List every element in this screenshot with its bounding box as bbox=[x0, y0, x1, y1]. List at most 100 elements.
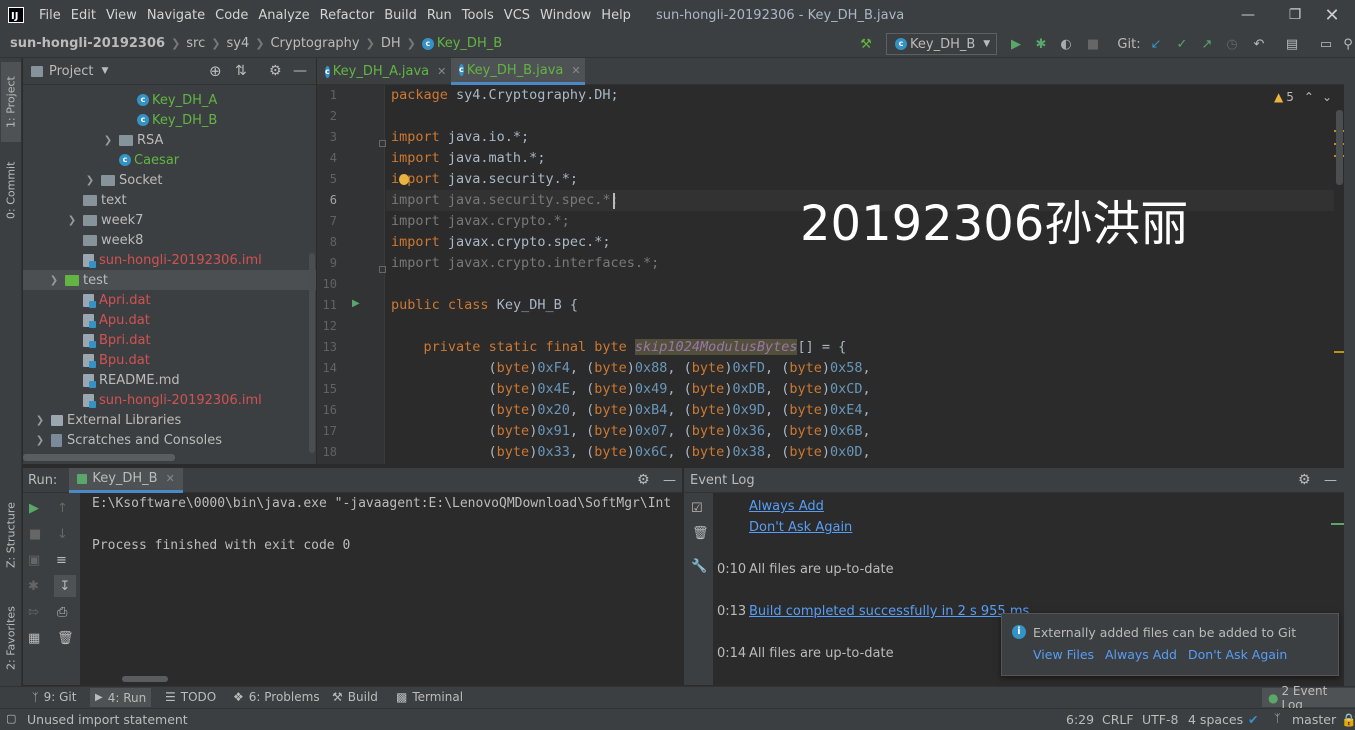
chevron-right-icon[interactable]: ❯ bbox=[33, 435, 47, 446]
vertical-scrollbar[interactable] bbox=[309, 253, 315, 453]
editor-scrollbar[interactable] bbox=[1336, 110, 1343, 185]
coverage-icon[interactable]: ◐ bbox=[1056, 34, 1076, 54]
tab-structure[interactable]: Z: Structure bbox=[1, 490, 21, 580]
gear-icon[interactable]: ⚙ bbox=[1298, 472, 1311, 488]
search-icon[interactable]: ⚲ bbox=[1338, 34, 1355, 54]
fold-marker[interactable] bbox=[379, 266, 386, 273]
caret-position[interactable]: 6:29 bbox=[1066, 712, 1094, 727]
hide-icon[interactable]: — bbox=[293, 63, 307, 79]
locate-icon[interactable]: ⊕ bbox=[209, 62, 222, 80]
rerun-icon[interactable]: ▶ bbox=[29, 501, 39, 516]
tree-item[interactable]: Apu.dat bbox=[83, 310, 150, 330]
tree-item[interactable]: ❯ Scratches and Consoles bbox=[33, 430, 222, 450]
scroll-up-icon[interactable]: ↑ bbox=[57, 501, 68, 516]
tab-favorites[interactable]: 2: Favorites bbox=[1, 593, 21, 683]
run-gutter-icon[interactable]: ▶ bbox=[352, 298, 360, 309]
tree-item[interactable]: text bbox=[83, 190, 127, 210]
tree-item[interactable]: Apri.dat bbox=[83, 290, 151, 310]
file-encoding[interactable]: UTF-8 bbox=[1142, 712, 1178, 727]
warning-mark[interactable] bbox=[1334, 351, 1344, 353]
trash-icon[interactable]: 🗑 bbox=[692, 526, 709, 541]
tree-item[interactable]: sun-hongli-20192306.iml bbox=[83, 250, 262, 270]
camera-icon[interactable]: ▣ bbox=[28, 553, 40, 568]
code-editor[interactable]: package sy4.Cryptography.DH; import java.… bbox=[386, 85, 1334, 464]
trash-icon[interactable]: 🗑 bbox=[57, 631, 74, 646]
tree-item[interactable]: ❯ week7 bbox=[65, 210, 144, 230]
git-commit-icon[interactable]: ✓ bbox=[1172, 34, 1192, 54]
tree-item[interactable]: ❯ test bbox=[23, 270, 316, 290]
debug-icon[interactable]: ✱ bbox=[1031, 34, 1051, 54]
always-add-link[interactable]: Always Add bbox=[749, 499, 824, 514]
tree-item[interactable]: c Key_DH_B bbox=[137, 110, 217, 130]
breadcrumb-cryptography[interactable]: Cryptography bbox=[270, 36, 359, 51]
menu-navigate[interactable]: Navigate bbox=[147, 8, 205, 23]
tool-event-log[interactable]: ● 2 Event Log bbox=[1262, 684, 1355, 712]
tree-item[interactable]: c Key_DH_A bbox=[137, 90, 217, 110]
collapse-all-icon[interactable]: ⇅ bbox=[235, 63, 247, 79]
menu-help[interactable]: Help bbox=[601, 8, 631, 23]
menu-analyze[interactable]: Analyze bbox=[258, 8, 309, 23]
always-add-link[interactable]: Always Add bbox=[1105, 647, 1177, 662]
tool-run[interactable]: ▶ 4: Run bbox=[90, 688, 152, 707]
view-files-link[interactable]: View Files bbox=[1033, 647, 1094, 662]
soft-wrap-icon[interactable]: ≡ bbox=[56, 553, 67, 568]
git-branch[interactable]: master bbox=[1292, 712, 1336, 727]
lightbulb-icon[interactable] bbox=[399, 174, 409, 185]
breadcrumb-src[interactable]: src bbox=[186, 36, 205, 51]
git-update-icon[interactable]: ↙ bbox=[1146, 34, 1166, 54]
breadcrumb-project[interactable]: sun-hongli-20192306 bbox=[10, 36, 165, 51]
chevron-right-icon[interactable]: ❯ bbox=[33, 415, 47, 426]
build-hammer-icon[interactable]: ⚒ bbox=[856, 34, 876, 54]
tool-problems[interactable]: ❖ 6: Problems bbox=[233, 690, 320, 704]
chevron-up-icon[interactable]: ⌃ bbox=[1304, 90, 1314, 104]
tool-build[interactable]: ⚒ Build bbox=[332, 690, 378, 704]
menu-tools[interactable]: Tools bbox=[462, 8, 494, 23]
hide-icon[interactable]: — bbox=[663, 473, 676, 488]
tree-item[interactable]: ❯ RSA bbox=[101, 130, 164, 150]
rollback-icon[interactable]: ↶ bbox=[1249, 34, 1269, 54]
presentation-icon[interactable]: ▭ bbox=[1316, 34, 1336, 54]
chevron-right-icon[interactable]: ❯ bbox=[83, 175, 97, 186]
project-structure-icon[interactable]: ▤ bbox=[1282, 34, 1302, 54]
breadcrumb-class[interactable]: Key_DH_B bbox=[437, 36, 502, 51]
menu-build[interactable]: Build bbox=[384, 8, 417, 23]
scroll-down-icon[interactable]: ↓ bbox=[57, 527, 68, 542]
menu-refactor[interactable]: Refactor bbox=[320, 8, 375, 23]
close-tab-icon[interactable]: ✕ bbox=[571, 64, 580, 77]
close-icon[interactable]: ✕ bbox=[1309, 0, 1355, 30]
stop-icon[interactable]: ■ bbox=[1083, 34, 1103, 54]
tab-key-dh-b[interactable]: c Key_DH_B.java ✕ bbox=[451, 58, 585, 85]
breadcrumb-sy4[interactable]: sy4 bbox=[226, 36, 249, 51]
project-panel-title[interactable]: Project bbox=[49, 64, 93, 79]
stop-icon[interactable]: ■ bbox=[29, 527, 41, 542]
fold-marker[interactable] bbox=[379, 140, 386, 147]
minimize-icon[interactable]: — bbox=[1225, 0, 1271, 30]
menu-vcs[interactable]: VCS bbox=[504, 8, 530, 23]
run-tab[interactable]: Key_DH_B ✕ bbox=[69, 467, 183, 493]
close-tab-icon[interactable]: ✕ bbox=[437, 65, 446, 78]
scroll-to-end-icon[interactable]: ↧ bbox=[54, 575, 76, 597]
tree-item[interactable]: README.md bbox=[83, 370, 180, 390]
layout-icon[interactable]: ▦ bbox=[28, 631, 40, 646]
console-scrollbar[interactable] bbox=[122, 676, 168, 682]
tree-item[interactable]: Bpri.dat bbox=[83, 330, 151, 350]
wrench-icon[interactable]: 🔧 bbox=[691, 559, 707, 574]
tree-item[interactable]: c Caesar bbox=[119, 150, 179, 170]
inspection-widget[interactable]: ▲ 5 ⌃ ⌄ bbox=[1274, 90, 1332, 104]
close-tab-icon[interactable]: ✕ bbox=[166, 472, 175, 485]
tab-commit[interactable]: 0: Commit bbox=[1, 150, 21, 230]
tool-git[interactable]: ᛉ 9: Git bbox=[32, 690, 76, 704]
menu-run[interactable]: Run bbox=[427, 8, 452, 23]
menu-window[interactable]: Window bbox=[540, 8, 591, 23]
tree-item[interactable]: ❯ Socket bbox=[83, 170, 163, 190]
git-push-icon[interactable]: ↗ bbox=[1197, 34, 1217, 54]
mark-read-icon[interactable]: ☑ bbox=[691, 501, 703, 516]
menu-code[interactable]: Code bbox=[215, 8, 248, 23]
debug-icon[interactable]: ✱ bbox=[28, 579, 39, 594]
tool-todo[interactable]: ☰ TODO bbox=[165, 690, 216, 704]
gear-icon[interactable]: ⚙ bbox=[269, 63, 282, 79]
tree-item[interactable]: Bpu.dat bbox=[83, 350, 150, 370]
print-icon[interactable]: ⎙ bbox=[57, 605, 67, 620]
run-console[interactable]: E:\Ksoftware\0000\bin\java.exe "-javaage… bbox=[80, 493, 684, 685]
chevron-right-icon[interactable]: ❯ bbox=[65, 215, 79, 226]
